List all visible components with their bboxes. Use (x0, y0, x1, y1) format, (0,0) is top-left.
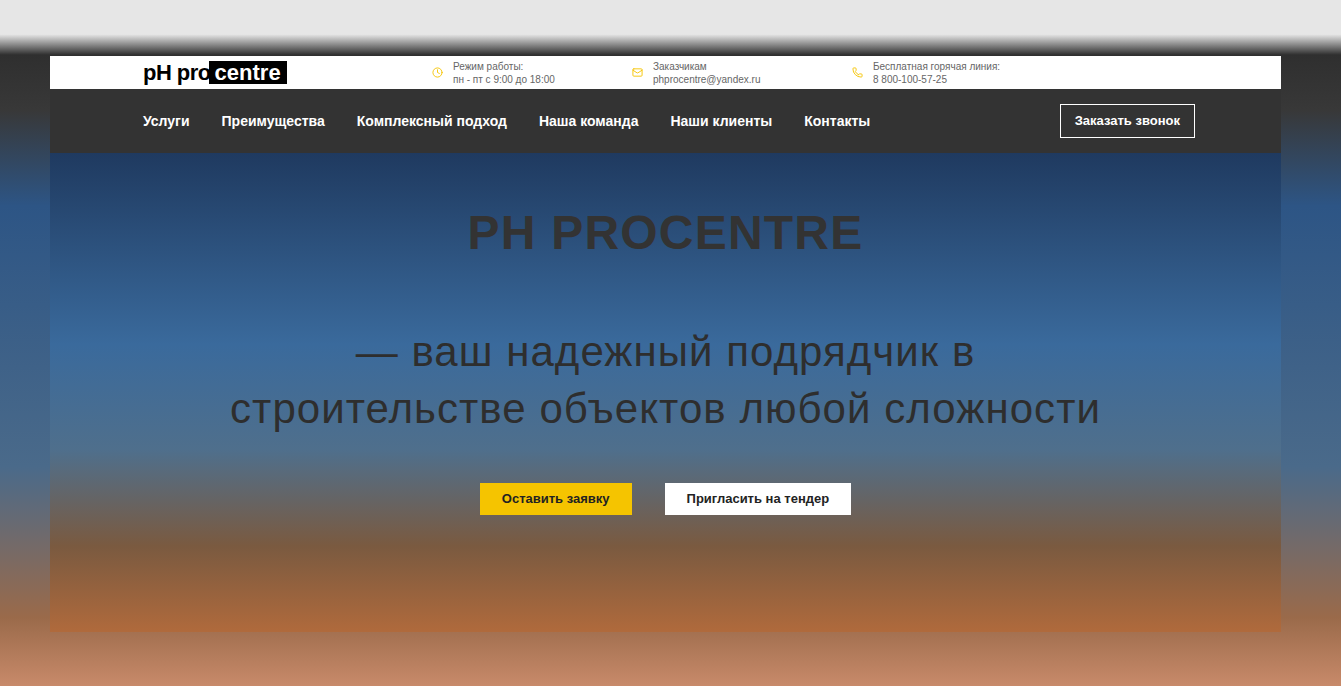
page: pH procentre Режим работы:пн - пт с 9:00 … (0, 0, 1341, 686)
nav-item[interactable]: Комплексный подход (357, 111, 507, 132)
phone-icon (852, 67, 863, 78)
nav-bar: Услуги Преимущества Комплексный подход Наша… (50, 89, 1281, 153)
top-bar: pH procentre Режим работы:пн - пт с 9:00 … (50, 56, 1281, 89)
logo[interactable]: pH procentre (143, 61, 333, 84)
tender-button[interactable]: Пригласить на тендер (665, 483, 852, 515)
hero: PH PROCENTRE — ваш надежный подрядчик в с… (50, 153, 1281, 632)
info-item: Заказчикамphprocentre@yandex.ru (632, 60, 852, 86)
nav-item[interactable]: Преимущества (222, 111, 325, 132)
nav-item[interactable]: Наша команда (539, 111, 639, 132)
callback-button[interactable]: Заказать звонок (1060, 104, 1195, 138)
request-button[interactable]: Оставить заявку (480, 483, 632, 515)
info-item: Режим работы:пн - пт с 9:00 до 18:00 (432, 60, 632, 86)
hero-title: PH PROCENTRE (468, 205, 864, 261)
nav-item[interactable]: Услуги (143, 111, 190, 132)
hero-subtitle: — ваш надежный подрядчик в строительстве… (226, 323, 1106, 437)
nav-item[interactable]: Контакты (804, 111, 870, 132)
nav-item[interactable]: Наши клиенты (670, 111, 772, 132)
site-frame: pH procentre Режим работы:пн - пт с 9:00 … (50, 56, 1281, 632)
clock-icon (432, 67, 443, 78)
mail-icon (632, 67, 643, 78)
info-item: Бесплатная горячая линия:8 800-100-57-25 (852, 60, 1052, 86)
